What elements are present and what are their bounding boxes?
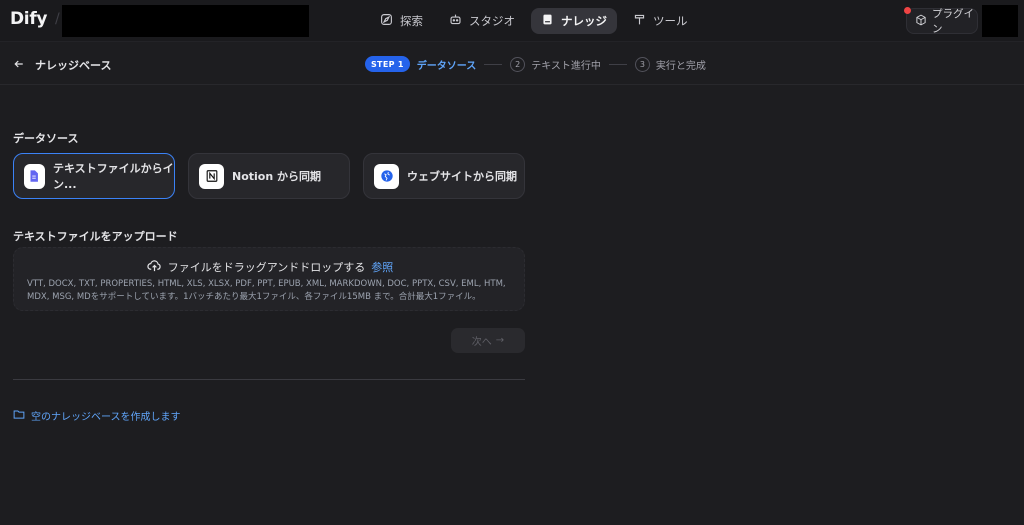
- file-icon: [24, 163, 45, 189]
- nav-label: ナレッジ: [561, 14, 607, 28]
- step-indicator: STEP 1 データソース 2 テキスト進行中 3 実行と完成: [365, 56, 706, 72]
- nav-label: 探索: [400, 14, 423, 28]
- source-card-website[interactable]: ウェブサイトから同期: [363, 153, 525, 199]
- nav-label: ツール: [653, 14, 688, 28]
- drop-text: ファイルをドラッグアンドドロップする: [167, 261, 366, 274]
- notification-dot: [904, 7, 911, 14]
- supported-formats-text: VTT, DOCX, TXT, PROPERTIES, HTML, XLS, X…: [27, 278, 517, 304]
- hammer-icon: [633, 13, 646, 29]
- nav-item-knowledge[interactable]: ナレッジ: [531, 8, 617, 34]
- source-card-label: テキストファイルからイン...: [52, 162, 174, 191]
- nav-label: スタジオ: [469, 14, 515, 28]
- folder-icon: [13, 408, 25, 423]
- formats-line-2: MDX, MSG, MDをサポートしています。1バッチあたり最大1ファイル、各フ…: [27, 292, 481, 302]
- next-button[interactable]: 次へ →: [451, 328, 525, 353]
- plugin-label: プラグイン: [932, 8, 974, 35]
- nav-item-tools[interactable]: ツール: [623, 8, 698, 34]
- workspace-selector[interactable]: [62, 5, 309, 37]
- plugin-button[interactable]: プラグイン: [906, 8, 978, 35]
- app-logo[interactable]: Dify: [10, 9, 48, 29]
- compass-icon: [380, 13, 393, 29]
- step3-label: 実行と完成: [655, 60, 706, 72]
- back-button[interactable]: ナレッジベース: [13, 57, 111, 73]
- step3-number: 3: [634, 56, 650, 72]
- create-empty-knowledge-link[interactable]: 空のナレッジベースを作成します: [13, 408, 181, 423]
- step1-label: データソース: [416, 60, 477, 72]
- section-divider: [13, 379, 525, 380]
- file-dropzone[interactable]: ファイルをドラッグアンドドロップする 参照 VTT, DOCX, TXT, PR…: [13, 247, 525, 311]
- dropzone-prompt: ファイルをドラッグアンドドロップする 参照: [14, 258, 526, 276]
- arrow-left-icon: [13, 58, 25, 73]
- cloud-upload-icon: [147, 258, 162, 276]
- avatar[interactable]: [982, 5, 1018, 37]
- main-nav: 探索 スタジオ ナレッジ ツール: [370, 8, 698, 34]
- step-divider: [608, 63, 627, 65]
- nav-item-explore[interactable]: 探索: [370, 8, 433, 34]
- source-card-label: Notion から同期: [232, 170, 322, 183]
- datasource-title: データソース: [13, 132, 79, 145]
- logo-separator: /: [55, 11, 60, 27]
- empty-kb-label: 空のナレッジベースを作成します: [31, 412, 181, 423]
- source-card-label: ウェブサイトから同期: [407, 170, 517, 183]
- nav-item-studio[interactable]: スタジオ: [439, 8, 525, 34]
- notion-icon: [199, 163, 224, 189]
- step2-number: 2: [510, 56, 526, 72]
- cube-icon: [915, 14, 927, 29]
- step-divider: [484, 63, 503, 65]
- globe-icon: [374, 163, 399, 189]
- step2-label: テキスト進行中: [531, 60, 601, 72]
- step1-badge: STEP 1: [365, 56, 410, 72]
- source-card-file[interactable]: テキストファイルからイン...: [13, 153, 175, 199]
- browse-link[interactable]: 参照: [371, 259, 393, 275]
- formats-line-1: VTT, DOCX, TXT, PROPERTIES, HTML, XLS, X…: [27, 279, 506, 289]
- robot-icon: [449, 13, 462, 29]
- next-label: 次へ: [471, 337, 492, 348]
- sub-header: ナレッジベース STEP 1 データソース 2 テキスト進行中 3 実行と完成: [0, 43, 1024, 85]
- top-bar: Dify / 探索 スタジオ ナレッジ ツール プラグイン: [0, 0, 1024, 42]
- source-card-notion[interactable]: Notion から同期: [188, 153, 350, 199]
- book-icon: [541, 13, 554, 29]
- arrow-right-icon: →: [495, 335, 505, 346]
- back-label: ナレッジベース: [35, 59, 112, 72]
- upload-title: テキストファイルをアップロード: [13, 230, 178, 243]
